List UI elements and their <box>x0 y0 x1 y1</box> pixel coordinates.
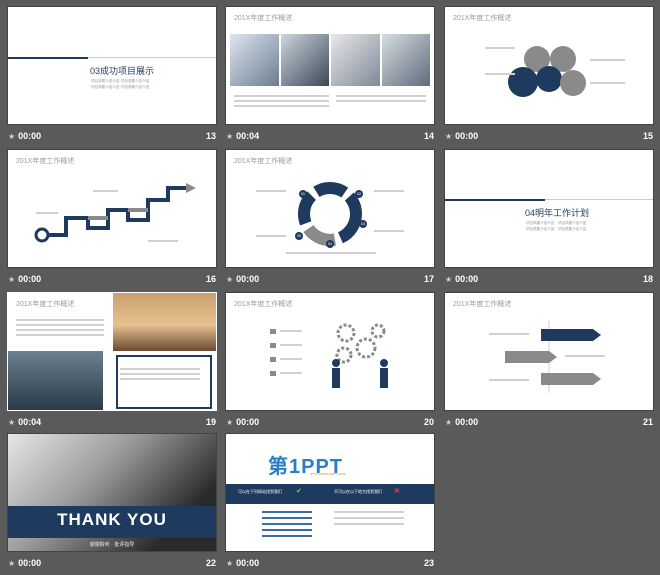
slide-timer: 00:04 <box>18 417 42 427</box>
star-icon: ★ <box>445 417 453 427</box>
slide-thumb-17[interactable]: 201X年度工作概述 01 02 03 04 05 ★ 00:00 17 <box>226 150 434 290</box>
star-icon: ★ <box>226 131 234 141</box>
slide-number: 23 <box>423 558 434 568</box>
cross-icon: ✖ <box>394 488 400 495</box>
bullet: ·项目简要介绍介绍 <box>557 227 587 231</box>
photo-strip <box>230 34 430 86</box>
bullet: ·项目简要介绍介绍 <box>525 221 555 225</box>
slide-15[interactable]: 201X年度工作概述 <box>445 7 653 124</box>
divider <box>545 199 653 200</box>
star-icon: ★ <box>226 417 234 427</box>
slide-17[interactable]: 201X年度工作概述 01 02 03 04 05 <box>226 150 434 267</box>
slide-number: 14 <box>423 131 434 141</box>
star-icon: ★ <box>8 131 16 141</box>
left-heading: 可以在下列网站找到我们 <box>238 489 282 494</box>
slide-title: 201X年度工作概述 <box>16 301 75 308</box>
accent-bar <box>445 199 545 201</box>
slide-thumb-21[interactable]: 201X年度工作概述 ★ 00:00 21 <box>445 293 653 433</box>
check-icon: ✔ <box>296 488 302 495</box>
timeline-arrows <box>489 321 605 393</box>
slide-timer: 00:00 <box>455 131 479 141</box>
cycle-label: 03 <box>359 220 367 228</box>
divider <box>88 57 216 58</box>
slide-timer: 00:00 <box>455 417 479 427</box>
cycle-label: 02 <box>355 190 363 198</box>
slide-number: 16 <box>205 274 216 284</box>
slide-16[interactable]: 201X年度工作概述 <box>8 150 216 267</box>
slide-thumb-15[interactable]: 201X年度工作概述 ★ 00:00 15 <box>445 7 653 147</box>
bullet: ·项目简要介绍介绍 <box>120 79 150 83</box>
slide-timer: 00:00 <box>236 274 260 284</box>
slide-thumb-22[interactable]: THANK YOU 谢谢聆听 · 批评指导 ★ 00:00 22 <box>8 434 216 574</box>
thank-you-title: THANK YOU <box>57 510 167 529</box>
bullet: ·项目简要介绍介绍 <box>90 79 120 83</box>
bullet: ·项目简要介绍介绍 <box>557 221 587 225</box>
slide-18[interactable]: 04明年工作计划 ·项目简要介绍介绍 ·项目简要介绍介绍 ·项目简要介绍介绍 ·… <box>445 150 653 267</box>
cycle-diagram <box>298 182 362 246</box>
slide-timer: 00:04 <box>236 131 260 141</box>
slide-thumb-20[interactable]: 201X年度工作概述 ★ 00:00 20 <box>226 293 434 433</box>
slide-thumb-13[interactable]: 03成功项目展示 ·项目简要介绍介绍 ·项目简要介绍介绍 ·项目简要介绍介绍 ·… <box>8 7 216 147</box>
slide-number: 15 <box>642 131 653 141</box>
slide-number: 20 <box>423 417 434 427</box>
slide-thumb-18[interactable]: 04明年工作计划 ·项目简要介绍介绍 ·项目简要介绍介绍 ·项目简要介绍介绍 ·… <box>445 150 653 290</box>
slide-title: 03成功项目展示 <box>90 66 155 76</box>
slide-22[interactable]: THANK YOU 谢谢聆听 · 批评指导 <box>8 434 216 551</box>
star-icon: ★ <box>226 558 234 568</box>
thank-you-subtitle: 谢谢聆听 · 批评指导 <box>89 542 135 548</box>
star-icon: ★ <box>445 131 453 141</box>
star-icon: ★ <box>8 274 16 284</box>
slide-timer: 00:00 <box>455 274 479 284</box>
star-icon: ★ <box>8 417 16 427</box>
photo <box>280 34 329 86</box>
slide-19[interactable]: 201X年度工作概述 <box>8 293 216 410</box>
sea-photo <box>8 351 103 410</box>
star-icon: ★ <box>8 558 16 568</box>
slide-thumb-14[interactable]: 201X年度工作概述 ★ 00:04 14 <box>226 7 434 147</box>
photo <box>230 34 279 86</box>
sunset-photo <box>113 293 216 351</box>
slide-21[interactable]: 201X年度工作概述 <box>445 293 653 410</box>
bullet: ·项目简要介绍介绍 <box>525 227 555 231</box>
slide-number: 13 <box>205 131 216 141</box>
slide-13[interactable]: 03成功项目展示 ·项目简要介绍介绍 ·项目简要介绍介绍 ·项目简要介绍介绍 ·… <box>8 7 216 124</box>
star-icon: ★ <box>226 274 234 284</box>
text-frame <box>116 355 212 409</box>
right-heading: 不可以在以下地方找到我们 <box>334 489 382 494</box>
slide-timer: 00:00 <box>18 558 42 568</box>
bullet: ·项目简要介绍介绍 <box>120 85 150 89</box>
cycle-label: 04 <box>326 240 334 248</box>
brand-url: HTTP://WWW.1PPT.COM/ <box>310 472 346 476</box>
slide-number: 21 <box>642 417 653 427</box>
slide-timer: 00:00 <box>18 274 42 284</box>
slide-thumb-16[interactable]: 201X年度工作概述 ★ 00:00 16 <box>8 150 216 290</box>
slide-number: 17 <box>423 274 434 284</box>
slide-title: 04明年工作计划 <box>525 208 590 218</box>
slide-number: 19 <box>205 417 216 427</box>
bullet: ·项目简要介绍介绍 <box>90 85 120 89</box>
cycle-label: 01 <box>299 190 307 198</box>
slide-thumb-19[interactable]: 201X年度工作概述 ★ 00:04 19 <box>8 293 216 433</box>
gears-people-diagram <box>270 323 388 388</box>
star-icon: ★ <box>445 274 453 284</box>
photo <box>381 34 430 86</box>
slide-20[interactable]: 201X年度工作概述 <box>226 293 434 410</box>
accent-bar <box>8 57 88 59</box>
slide-14[interactable]: 201X年度工作概述 <box>226 7 434 124</box>
slide-number: 18 <box>642 274 653 284</box>
stair-arrow-diagram <box>34 183 196 243</box>
cycle-label: 05 <box>295 232 303 240</box>
slide-number: 22 <box>205 558 216 568</box>
slide-timer: 00:00 <box>236 558 260 568</box>
slide-thumb-23[interactable]: 第1PPT HTTP://WWW.1PPT.COM/ 可以在下列网站找到我们 ✔… <box>226 434 434 574</box>
slide-23[interactable]: 第1PPT HTTP://WWW.1PPT.COM/ 可以在下列网站找到我们 ✔… <box>226 434 434 551</box>
photo <box>331 34 380 86</box>
slide-title: 201X年度工作概述 <box>234 15 293 22</box>
slide-timer: 00:00 <box>236 417 260 427</box>
petal-diagram <box>485 46 625 97</box>
slide-timer: 00:00 <box>18 131 42 141</box>
